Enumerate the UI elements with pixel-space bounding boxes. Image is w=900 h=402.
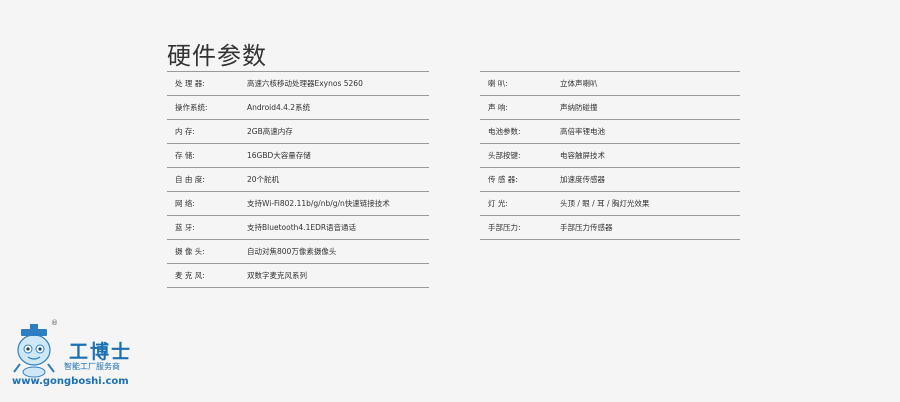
spec-table-left: 处 理 器: 高速六核移动处理器Exynos 5260 操作系统: Androi… xyxy=(167,71,429,288)
table-row: 内 存: 2GB高速内存 xyxy=(167,119,429,143)
table-row: 处 理 器: 高速六核移动处理器Exynos 5260 xyxy=(167,71,429,95)
spec-value: 头顶 / 眼 / 耳 / 胸灯光效果 xyxy=(560,199,650,208)
spec-label: 网 络: xyxy=(175,199,195,208)
table-row: 网 络: 支持Wi-Fi802.11b/g/nb/g/n快速链接技术 xyxy=(167,191,429,215)
spec-value: 电容触屏技术 xyxy=(560,151,605,160)
spec-value: 双数字麦克风系列 xyxy=(247,271,307,280)
spec-value: Android4.4.2系统 xyxy=(247,103,311,112)
spec-label: 操作系统: xyxy=(175,103,208,112)
spec-label: 手部压力: xyxy=(488,223,521,232)
spec-label: 存 储: xyxy=(175,151,195,160)
spec-label: 头部按键: xyxy=(488,151,521,160)
table-row: 灯 光: 头顶 / 眼 / 耳 / 胸灯光效果 xyxy=(480,191,740,215)
spec-value: 高倍率锂电池 xyxy=(560,127,605,136)
registered-mark: ® xyxy=(51,319,58,327)
spec-value: 支持Wi-Fi802.11b/g/nb/g/n快速链接技术 xyxy=(247,199,390,208)
gongboshi-watermark-logo: ® 工博士 智能工厂服务商 www.gongboshi.com xyxy=(8,318,148,398)
spec-label: 喇 叭: xyxy=(488,79,508,88)
spec-label: 电池参数: xyxy=(488,127,521,136)
spec-label: 灯 光: xyxy=(488,199,508,208)
table-row: 麦 克 风: 双数字麦克风系列 xyxy=(167,263,429,288)
table-row: 手部压力: 手部压力传感器 xyxy=(480,215,740,240)
spec-label: 内 存: xyxy=(175,127,195,136)
spec-value: 手部压力传感器 xyxy=(560,223,613,232)
spec-label: 自 由 度: xyxy=(175,175,205,184)
table-row: 电池参数: 高倍率锂电池 xyxy=(480,119,740,143)
spec-value: 高速六核移动处理器Exynos 5260 xyxy=(247,79,363,88)
spec-label: 摄 像 头: xyxy=(175,247,205,256)
table-row: 存 储: 16GBD大容量存储 xyxy=(167,143,429,167)
table-row: 自 由 度: 20个舵机 xyxy=(167,167,429,191)
page-title: 硬件参数 xyxy=(167,42,267,70)
spec-value: 16GBD大容量存储 xyxy=(247,151,311,160)
spec-value: 支持Bluetooth4.1EDR语音通话 xyxy=(247,223,357,232)
brand-subtitle: 智能工厂服务商 xyxy=(64,362,120,371)
table-row: 摄 像 头: 自动对焦800万像素摄像头 xyxy=(167,239,429,263)
spec-value: 加速度传感器 xyxy=(560,175,605,184)
spec-table-right: 喇 叭: 立体声喇叭 声 响: 声纳防碰撞 电池参数: 高倍率锂电池 头部按键:… xyxy=(480,71,740,240)
spec-label: 处 理 器: xyxy=(175,79,205,88)
spec-value: 2GB高速内存 xyxy=(247,127,293,136)
spec-value: 20个舵机 xyxy=(247,175,280,184)
spec-label: 传 感 器: xyxy=(488,175,518,184)
table-row: 喇 叭: 立体声喇叭 xyxy=(480,71,740,95)
spec-label: 麦 克 风: xyxy=(175,271,205,280)
table-row: 声 响: 声纳防碰撞 xyxy=(480,95,740,119)
table-row: 头部按键: 电容触屏技术 xyxy=(480,143,740,167)
spec-label: 蓝 牙: xyxy=(175,223,195,232)
spec-value: 立体声喇叭 xyxy=(560,79,598,88)
table-row: 操作系统: Android4.4.2系统 xyxy=(167,95,429,119)
brand-name: 工博士 xyxy=(69,341,133,363)
spec-value: 自动对焦800万像素摄像头 xyxy=(247,247,337,256)
brand-url: www.gongboshi.com xyxy=(12,376,129,387)
table-row: 传 感 器: 加速度传感器 xyxy=(480,167,740,191)
robot-mascot-icon xyxy=(13,324,55,378)
table-row: 蓝 牙: 支持Bluetooth4.1EDR语音通话 xyxy=(167,215,429,239)
spec-value: 声纳防碰撞 xyxy=(560,103,598,112)
spec-label: 声 响: xyxy=(488,103,508,112)
